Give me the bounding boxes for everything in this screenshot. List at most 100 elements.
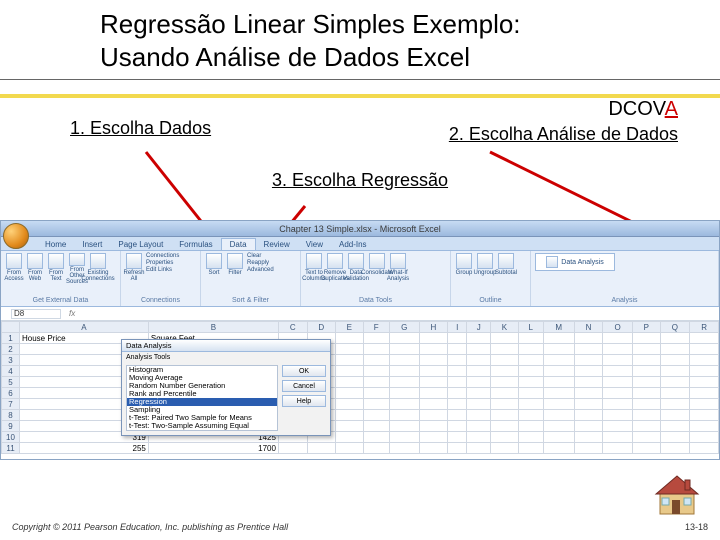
col-B[interactable]: B [148, 322, 278, 333]
table-row[interactable]: 84052350 [2, 410, 719, 421]
cell[interactable] [690, 366, 719, 377]
cell[interactable] [491, 377, 518, 388]
cell[interactable] [363, 355, 389, 366]
cell[interactable] [467, 366, 491, 377]
row-header[interactable]: 4 [2, 366, 20, 377]
col-C[interactable]: C [278, 322, 307, 333]
col-M[interactable]: M [543, 322, 574, 333]
cell[interactable] [448, 399, 467, 410]
cell[interactable] [448, 333, 467, 344]
cell[interactable] [491, 410, 518, 421]
tab-insert[interactable]: Insert [74, 239, 110, 250]
remove-duplicates-icon[interactable]: Remove Duplicates [326, 253, 344, 285]
cell[interactable] [389, 410, 419, 421]
cell[interactable] [389, 377, 419, 388]
cell[interactable] [336, 399, 363, 410]
cell[interactable] [467, 333, 491, 344]
cell[interactable] [389, 366, 419, 377]
cell[interactable] [363, 333, 389, 344]
consolidate-icon[interactable]: Consolidate [368, 253, 386, 285]
cell[interactable] [574, 421, 603, 432]
cell[interactable] [491, 421, 518, 432]
cell[interactable] [633, 366, 660, 377]
cell[interactable] [336, 410, 363, 421]
cell[interactable] [543, 443, 574, 454]
table-row[interactable]: 1House PriceSquare Feet [2, 333, 719, 344]
group-icon[interactable]: Group [455, 253, 473, 285]
analysis-tools-list[interactable]: HistogramMoving AverageRandom Number Gen… [126, 365, 278, 431]
what-if-analysis-icon[interactable]: What-If Analysis [389, 253, 407, 285]
row-header[interactable]: 1 [2, 333, 20, 344]
cell[interactable] [448, 410, 467, 421]
cell[interactable] [363, 399, 389, 410]
col-N[interactable]: N [574, 322, 603, 333]
cell[interactable] [574, 432, 603, 443]
cell[interactable] [603, 388, 633, 399]
cell[interactable] [467, 399, 491, 410]
cell[interactable] [389, 344, 419, 355]
cell[interactable] [690, 443, 719, 454]
cell[interactable] [574, 443, 603, 454]
cell[interactable] [419, 377, 448, 388]
cell[interactable] [389, 355, 419, 366]
cell[interactable] [660, 399, 690, 410]
cell[interactable] [363, 377, 389, 388]
table-row[interactable]: 61991100 [2, 388, 719, 399]
cell[interactable] [389, 432, 419, 443]
table-row[interactable]: 93242450 [2, 421, 719, 432]
fx-icon[interactable]: fx [69, 309, 75, 318]
cell[interactable] [603, 355, 633, 366]
cell[interactable] [419, 366, 448, 377]
cell[interactable] [448, 432, 467, 443]
cell[interactable] [518, 344, 543, 355]
tab-add-ins[interactable]: Add-Ins [331, 239, 375, 250]
formula-bar[interactable]: D8 fx [1, 307, 719, 321]
table-row[interactable]: 53081875 [2, 377, 719, 388]
cell[interactable] [660, 388, 690, 399]
cell[interactable] [363, 410, 389, 421]
cell[interactable] [363, 421, 389, 432]
cell[interactable] [690, 388, 719, 399]
list-item[interactable]: t-Test: Two-Sample Assuming Unequal Vari… [127, 430, 277, 431]
table-row[interactable]: 72191550 [2, 399, 719, 410]
cell[interactable] [419, 432, 448, 443]
sort-icon[interactable]: Sort [205, 253, 223, 285]
cell[interactable]: 1700 [148, 443, 278, 454]
existing-connections-icon[interactable]: Existing Connections [89, 253, 107, 285]
cell[interactable] [336, 344, 363, 355]
cell[interactable] [543, 366, 574, 377]
advanced-link[interactable]: Advanced [247, 267, 274, 274]
cell[interactable] [603, 377, 633, 388]
properties-link[interactable]: Properties [146, 260, 179, 267]
row-header[interactable]: 3 [2, 355, 20, 366]
cell[interactable] [518, 410, 543, 421]
cell[interactable] [389, 443, 419, 454]
col-A[interactable]: A [20, 322, 149, 333]
cell[interactable] [660, 377, 690, 388]
col-G[interactable]: G [389, 322, 419, 333]
cell[interactable] [633, 410, 660, 421]
cell[interactable] [543, 333, 574, 344]
cell[interactable] [543, 355, 574, 366]
cell[interactable] [603, 432, 633, 443]
cell[interactable] [660, 333, 690, 344]
cell[interactable] [467, 410, 491, 421]
cell[interactable]: 255 [20, 443, 149, 454]
row-header[interactable]: 8 [2, 410, 20, 421]
cell[interactable] [419, 344, 448, 355]
cell[interactable] [633, 399, 660, 410]
col-F[interactable]: F [363, 322, 389, 333]
cell[interactable] [336, 366, 363, 377]
connections-link[interactable]: Connections [146, 253, 179, 260]
cell[interactable] [518, 432, 543, 443]
tab-page-layout[interactable]: Page Layout [110, 239, 171, 250]
from-text-icon[interactable]: From Text [47, 253, 65, 285]
clear-link[interactable]: Clear [247, 253, 274, 260]
cell[interactable] [419, 443, 448, 454]
cell[interactable] [491, 443, 518, 454]
cell[interactable] [448, 377, 467, 388]
cell[interactable] [690, 333, 719, 344]
cell[interactable] [603, 366, 633, 377]
cell[interactable] [448, 443, 467, 454]
col-P[interactable]: P [633, 322, 660, 333]
